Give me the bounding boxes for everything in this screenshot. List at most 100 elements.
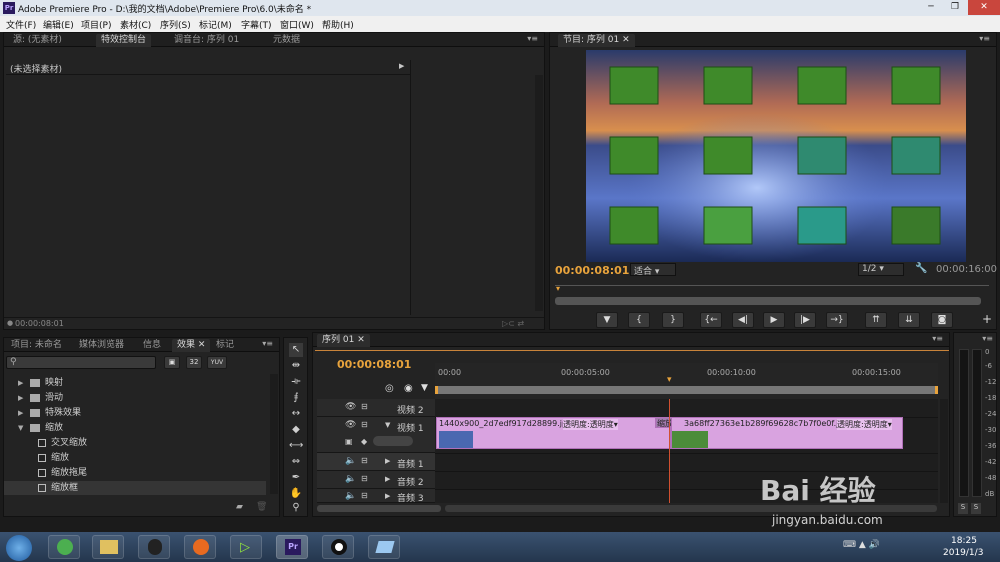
tab-markers[interactable]: 标记 (211, 339, 239, 352)
menu-help[interactable]: 帮助(H) (322, 18, 354, 31)
mark-in-button[interactable]: { (628, 312, 650, 328)
menu-file[interactable]: 文件(F) (6, 18, 36, 31)
tree-folder-slide[interactable]: ▶ 滑动 (18, 391, 63, 405)
rolling-edit-tool-icon[interactable]: ⨎ (289, 391, 303, 405)
clip-effect-dropdown[interactable]: 透明度:透明度▾ (837, 419, 892, 430)
32bit-filter-badge[interactable]: 32 (186, 356, 202, 369)
pen-tool-icon[interactable]: ✒ (289, 471, 303, 485)
track-select-tool-icon[interactable]: ⇹ (289, 359, 303, 373)
rate-stretch-tool-icon[interactable]: ↔ (289, 407, 303, 421)
taskbar-premiere[interactable]: Pr (276, 535, 308, 559)
tab-program[interactable]: 节目: 序列 01 ✕ (558, 34, 635, 47)
menu-window[interactable]: 窗口(W) (280, 18, 314, 31)
tab-audio-mixer[interactable]: 调音台: 序列 01 (169, 34, 244, 47)
collapse-icon[interactable]: ▼ (385, 421, 390, 429)
lock-icon[interactable]: ⊟ (361, 491, 368, 500)
snap-icon[interactable]: ◎ (385, 383, 394, 394)
panel-menu-icon[interactable]: ▾≡ (527, 34, 538, 43)
scrollbar[interactable] (270, 374, 278, 494)
add-button[interactable]: + (982, 312, 992, 326)
lock-icon[interactable]: ⊟ (361, 474, 368, 483)
time-ruler[interactable]: 00:00 00:00:05:00 00:00:10:00 00:00:15:0… (435, 363, 938, 399)
lock-icon[interactable]: ⊟ (361, 402, 368, 411)
tab-effect-controls[interactable]: 特效控制台 (96, 34, 152, 47)
slide-tool-icon[interactable]: ⇔ (289, 455, 303, 469)
wrench-icon[interactable]: 🔧 (915, 263, 927, 274)
taskbar-qq[interactable] (138, 535, 170, 559)
step-back-button[interactable]: ◀| (732, 312, 754, 328)
scrollbar[interactable] (535, 75, 543, 311)
display-style-icon[interactable]: ▣ (345, 437, 353, 446)
expand-icon[interactable]: ▶ (385, 475, 390, 483)
play-button[interactable]: ▶ (763, 312, 785, 328)
restore-button[interactable]: ❐ (944, 0, 966, 15)
taskbar-media-app[interactable]: ▷ (230, 535, 262, 559)
razor-tool-icon[interactable]: ◆ (289, 423, 303, 437)
keyframe-navigator[interactable] (373, 436, 413, 446)
footer-nav-icons[interactable]: ▷⊂ ⇄ (502, 319, 524, 328)
yuv-filter-badge[interactable]: YUV (207, 356, 227, 369)
lift-button[interactable]: ⇈ (865, 312, 887, 328)
tree-effect-cross-zoom[interactable]: 交叉缩放 (38, 436, 87, 450)
clip-image-2[interactable]: 3a68ff27363e1b289f69628c7b7f0e0f.jpg 透明度… (671, 417, 903, 449)
resolution-dropdown[interactable]: 1/2 ▾ (858, 263, 904, 276)
clock-time[interactable]: 18:25 (951, 536, 977, 546)
taskbar-recorder[interactable] (322, 535, 354, 559)
extract-button[interactable]: ⇊ (898, 312, 920, 328)
tree-folder-zoom[interactable]: ▼ 缩放 (18, 421, 63, 435)
panel-menu-icon[interactable]: ▾≡ (262, 339, 273, 348)
work-area-bar[interactable] (435, 386, 938, 394)
selection-tool-icon[interactable]: ↖ (289, 343, 303, 357)
add-marker-icon[interactable]: ▼ (421, 383, 428, 393)
tab-metadata[interactable]: 元数据 (268, 34, 305, 47)
lock-icon[interactable]: ⊟ (361, 420, 368, 429)
collapse-icon[interactable]: ▼ (18, 421, 26, 435)
menu-marker[interactable]: 标记(M) (199, 18, 232, 31)
tab-sequence[interactable]: 序列 01 ✕ (317, 334, 370, 347)
tree-effect-zoom[interactable]: 缩放 (38, 451, 69, 465)
go-to-out-button[interactable]: →} (826, 312, 848, 328)
keyframe-icon[interactable]: ◆ (361, 437, 367, 446)
export-frame-button[interactable]: ◙ (931, 312, 953, 328)
taskbar-app-360[interactable] (48, 535, 80, 559)
expand-icon[interactable]: ▶ (385, 457, 390, 465)
step-forward-button[interactable]: |▶ (794, 312, 816, 328)
taskbar-firefox[interactable] (184, 535, 216, 559)
tab-source[interactable]: 源: (无素材) (8, 34, 67, 47)
clock-date[interactable]: 2019/1/3 (943, 548, 983, 558)
expand-icon[interactable]: ▶ (18, 391, 26, 405)
panel-menu-icon[interactable]: ▾≡ (932, 334, 943, 343)
tree-effect-zoom-trails[interactable]: 缩放拖尾 (38, 466, 87, 480)
program-timecode[interactable]: 00:00:08:01 (555, 264, 629, 277)
speaker-icon[interactable]: 🔈 (345, 456, 356, 466)
trash-icon[interactable]: 🗑 (256, 502, 267, 512)
tab-info[interactable]: 信息 (138, 339, 166, 352)
effects-search-input[interactable]: ⚲ (6, 356, 156, 369)
tray-icons[interactable]: ⌨ ▲ 🔊 (843, 540, 880, 550)
playhead-line[interactable] (669, 399, 670, 503)
playhead-icon[interactable]: ▾ (667, 375, 672, 385)
minimize-button[interactable]: ─ (920, 0, 942, 15)
expand-arrow-icon[interactable]: ▶ (399, 62, 404, 70)
add-marker-button[interactable]: ▼ (596, 312, 618, 328)
eye-icon[interactable]: 👁 (345, 402, 356, 412)
speaker-icon[interactable]: 🔈 (345, 491, 356, 501)
menu-project[interactable]: 项目(P) (81, 18, 111, 31)
tree-effect-zoom-boxes[interactable]: 缩放框 (4, 481, 266, 495)
menu-sequence[interactable]: 序列(S) (160, 18, 191, 31)
menu-clip[interactable]: 素材(C) (120, 18, 151, 31)
tab-project[interactable]: 项目: 未命名 (6, 339, 67, 352)
clip-image-1[interactable]: 1440x900_2d7edf917d28899.jpg 透明度:透明度▾ (436, 417, 671, 449)
ripple-edit-tool-icon[interactable]: ⟛ (289, 375, 303, 389)
clip-effect-dropdown[interactable]: 透明度:透明度▾ (563, 419, 618, 430)
expand-icon[interactable]: ▶ (385, 492, 390, 500)
taskbar-app[interactable] (368, 535, 400, 559)
speaker-icon[interactable]: 🔈 (345, 474, 356, 484)
eye-icon[interactable]: 👁 (345, 420, 356, 430)
slip-tool-icon[interactable]: ⟷ (289, 439, 303, 453)
lock-icon[interactable]: ⊟ (361, 456, 368, 465)
new-bin-icon[interactable]: ▣ (164, 356, 180, 369)
start-button[interactable] (6, 535, 32, 561)
taskbar-explorer[interactable] (92, 535, 124, 559)
playhead-icon[interactable]: ▾ (556, 284, 560, 293)
